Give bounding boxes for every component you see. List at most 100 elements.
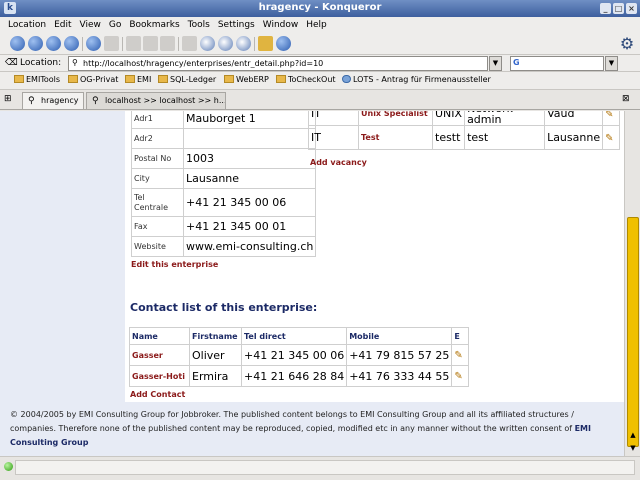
- find-icon[interactable]: [200, 36, 215, 51]
- folder-icon: [224, 75, 234, 83]
- edit-vacancy-button[interactable]: ✎: [602, 111, 621, 126]
- bookmark-label: ToCheckOut: [288, 75, 336, 84]
- new-tab-icon[interactable]: ⊞: [4, 94, 18, 107]
- bookmark-og-privat[interactable]: OG-Privat: [68, 75, 118, 84]
- field-label: Fax: [131, 216, 184, 237]
- scroll-down-arrow-icon[interactable]: ▼: [627, 442, 639, 454]
- title-bar: k hragency - Konqueror _ □ ×: [0, 0, 640, 17]
- menu-go[interactable]: Go: [105, 17, 125, 33]
- edit-contact-button[interactable]: ✎: [451, 365, 470, 387]
- menu-settings[interactable]: Settings: [214, 17, 259, 33]
- menu-edit[interactable]: Edit: [50, 17, 75, 33]
- table-row: IT Unix Specialist UNIX Network admin Va…: [308, 111, 621, 126]
- bookmark-lots[interactable]: LOTS - Antrag für Firmenaussteller: [342, 75, 491, 84]
- contact-tel: +41 21 646 28 84: [240, 365, 348, 387]
- bookmark-emi[interactable]: EMI: [125, 75, 151, 84]
- field-value: +41 21 345 00 01: [182, 216, 317, 237]
- tab-hragency[interactable]: ⚲ hragency: [22, 92, 84, 109]
- web-search-input[interactable]: [510, 56, 604, 71]
- vacancy-title-link[interactable]: Test: [358, 125, 433, 150]
- copy-icon[interactable]: [143, 36, 158, 51]
- vacancy-area: IT: [308, 125, 359, 150]
- back-icon[interactable]: [10, 36, 25, 51]
- contact-firstname: Oliver: [189, 344, 242, 366]
- zoom-in-icon[interactable]: [218, 36, 233, 51]
- tab-localhost[interactable]: ⚲ localhost >> localhost >> h...: [86, 92, 226, 109]
- up-icon[interactable]: [46, 36, 61, 51]
- field-value: Mauborget 1: [182, 111, 317, 129]
- pencil-icon: ✎: [605, 132, 614, 144]
- vacancy-detail: Network admin: [464, 111, 546, 126]
- pencil-icon: ✎: [454, 371, 463, 382]
- menu-bar: Location Edit View Go Bookmarks Tools Se…: [0, 17, 640, 33]
- status-bar: [0, 456, 640, 480]
- minimize-button[interactable]: _: [600, 3, 611, 14]
- bookmark-label: LOTS - Antrag für Firmenaussteller: [353, 75, 491, 84]
- contact-name-link[interactable]: Gasser: [129, 344, 190, 366]
- vacancy-detail: test: [464, 125, 546, 150]
- bookmark-tocheckout[interactable]: ToCheckOut: [276, 75, 336, 84]
- search-engine-icon[interactable]: G: [513, 58, 520, 67]
- forward-icon[interactable]: [28, 36, 43, 51]
- cut-icon[interactable]: [126, 36, 141, 51]
- bookmark-sql-ledger[interactable]: SQL-Ledger: [158, 75, 216, 84]
- window-title: hragency - Konqueror: [258, 2, 382, 13]
- toolbar-separator: [82, 37, 83, 51]
- maximize-button[interactable]: □: [613, 3, 624, 14]
- bookmarks-bar: EMITools OG-Privat EMI SQL-Ledger WebERP…: [0, 72, 640, 90]
- folder-icon: [276, 75, 286, 83]
- home-icon[interactable]: [64, 36, 79, 51]
- field-label: Adr2: [131, 128, 184, 149]
- edit-contact-button[interactable]: ✎: [451, 344, 470, 366]
- zoom-out-icon[interactable]: [236, 36, 251, 51]
- field-label: Tel Centrale: [131, 188, 184, 217]
- print-icon[interactable]: [182, 36, 197, 51]
- clear-location-icon[interactable]: ⌫: [5, 58, 18, 69]
- stop-icon[interactable]: [104, 36, 119, 51]
- vertical-scrollbar[interactable]: ▲ ▼: [624, 111, 640, 456]
- column-header: Name: [129, 327, 190, 345]
- download-icon[interactable]: [276, 36, 291, 51]
- menu-window[interactable]: Window: [259, 17, 303, 33]
- search-dropdown[interactable]: ▼: [605, 56, 618, 71]
- vacancy-skill: testt: [431, 125, 466, 150]
- menu-bookmarks[interactable]: Bookmarks: [125, 17, 183, 33]
- column-header: Mobile: [346, 327, 453, 345]
- contacts-table: Name Firstname Tel direct Mobile E Gasse…: [129, 327, 470, 387]
- reload-icon[interactable]: [86, 36, 101, 51]
- url-input[interactable]: [68, 56, 488, 71]
- scroll-up-arrow-icon[interactable]: ▲: [627, 429, 639, 441]
- table-row: Adr2: [131, 128, 317, 149]
- pencil-icon: ✎: [605, 111, 614, 120]
- close-tab-icon[interactable]: ⊠: [622, 94, 634, 106]
- status-led-icon: [4, 462, 13, 471]
- menu-location[interactable]: Location: [4, 17, 50, 33]
- scrollbar-thumb[interactable]: [627, 217, 639, 447]
- tab-label: hragency: [41, 96, 79, 105]
- contact-name-link[interactable]: Gasser-Hoti: [129, 365, 190, 387]
- field-label: Postal No: [131, 148, 184, 169]
- menu-help[interactable]: Help: [302, 17, 331, 33]
- bookmark-emitools[interactable]: EMITools: [14, 75, 60, 84]
- edit-vacancy-button[interactable]: ✎: [602, 125, 621, 150]
- close-window-button[interactable]: ×: [626, 3, 637, 14]
- toolbar-separator: [254, 37, 255, 51]
- security-icon[interactable]: [258, 36, 273, 51]
- table-row: Gasser-Hoti Ermira +41 21 646 28 84 +41 …: [129, 365, 470, 387]
- contact-mobile: +41 79 815 57 25: [346, 344, 453, 366]
- menu-tools[interactable]: Tools: [184, 17, 214, 33]
- vacancy-table: IT Unix Specialist UNIX Network admin Va…: [308, 111, 621, 150]
- bookmark-weberp[interactable]: WebERP: [224, 75, 269, 84]
- url-history-dropdown[interactable]: ▼: [489, 56, 502, 71]
- add-vacancy-link[interactable]: Add vacancy: [310, 158, 367, 167]
- bookmark-label: OG-Privat: [80, 75, 119, 84]
- paste-icon[interactable]: [160, 36, 175, 51]
- menu-view[interactable]: View: [76, 17, 105, 33]
- left-sidebar-column: [0, 111, 125, 402]
- vacancy-title-link[interactable]: Unix Specialist: [358, 111, 433, 126]
- column-header: Firstname: [189, 327, 242, 345]
- edit-enterprise-link[interactable]: Edit this enterprise: [131, 260, 218, 269]
- page-footer: © 2004/2005 by EMI Consulting Group for …: [0, 402, 624, 456]
- vacancy-canton: Vaud: [544, 111, 604, 126]
- add-contact-link[interactable]: Add Contact: [130, 390, 185, 399]
